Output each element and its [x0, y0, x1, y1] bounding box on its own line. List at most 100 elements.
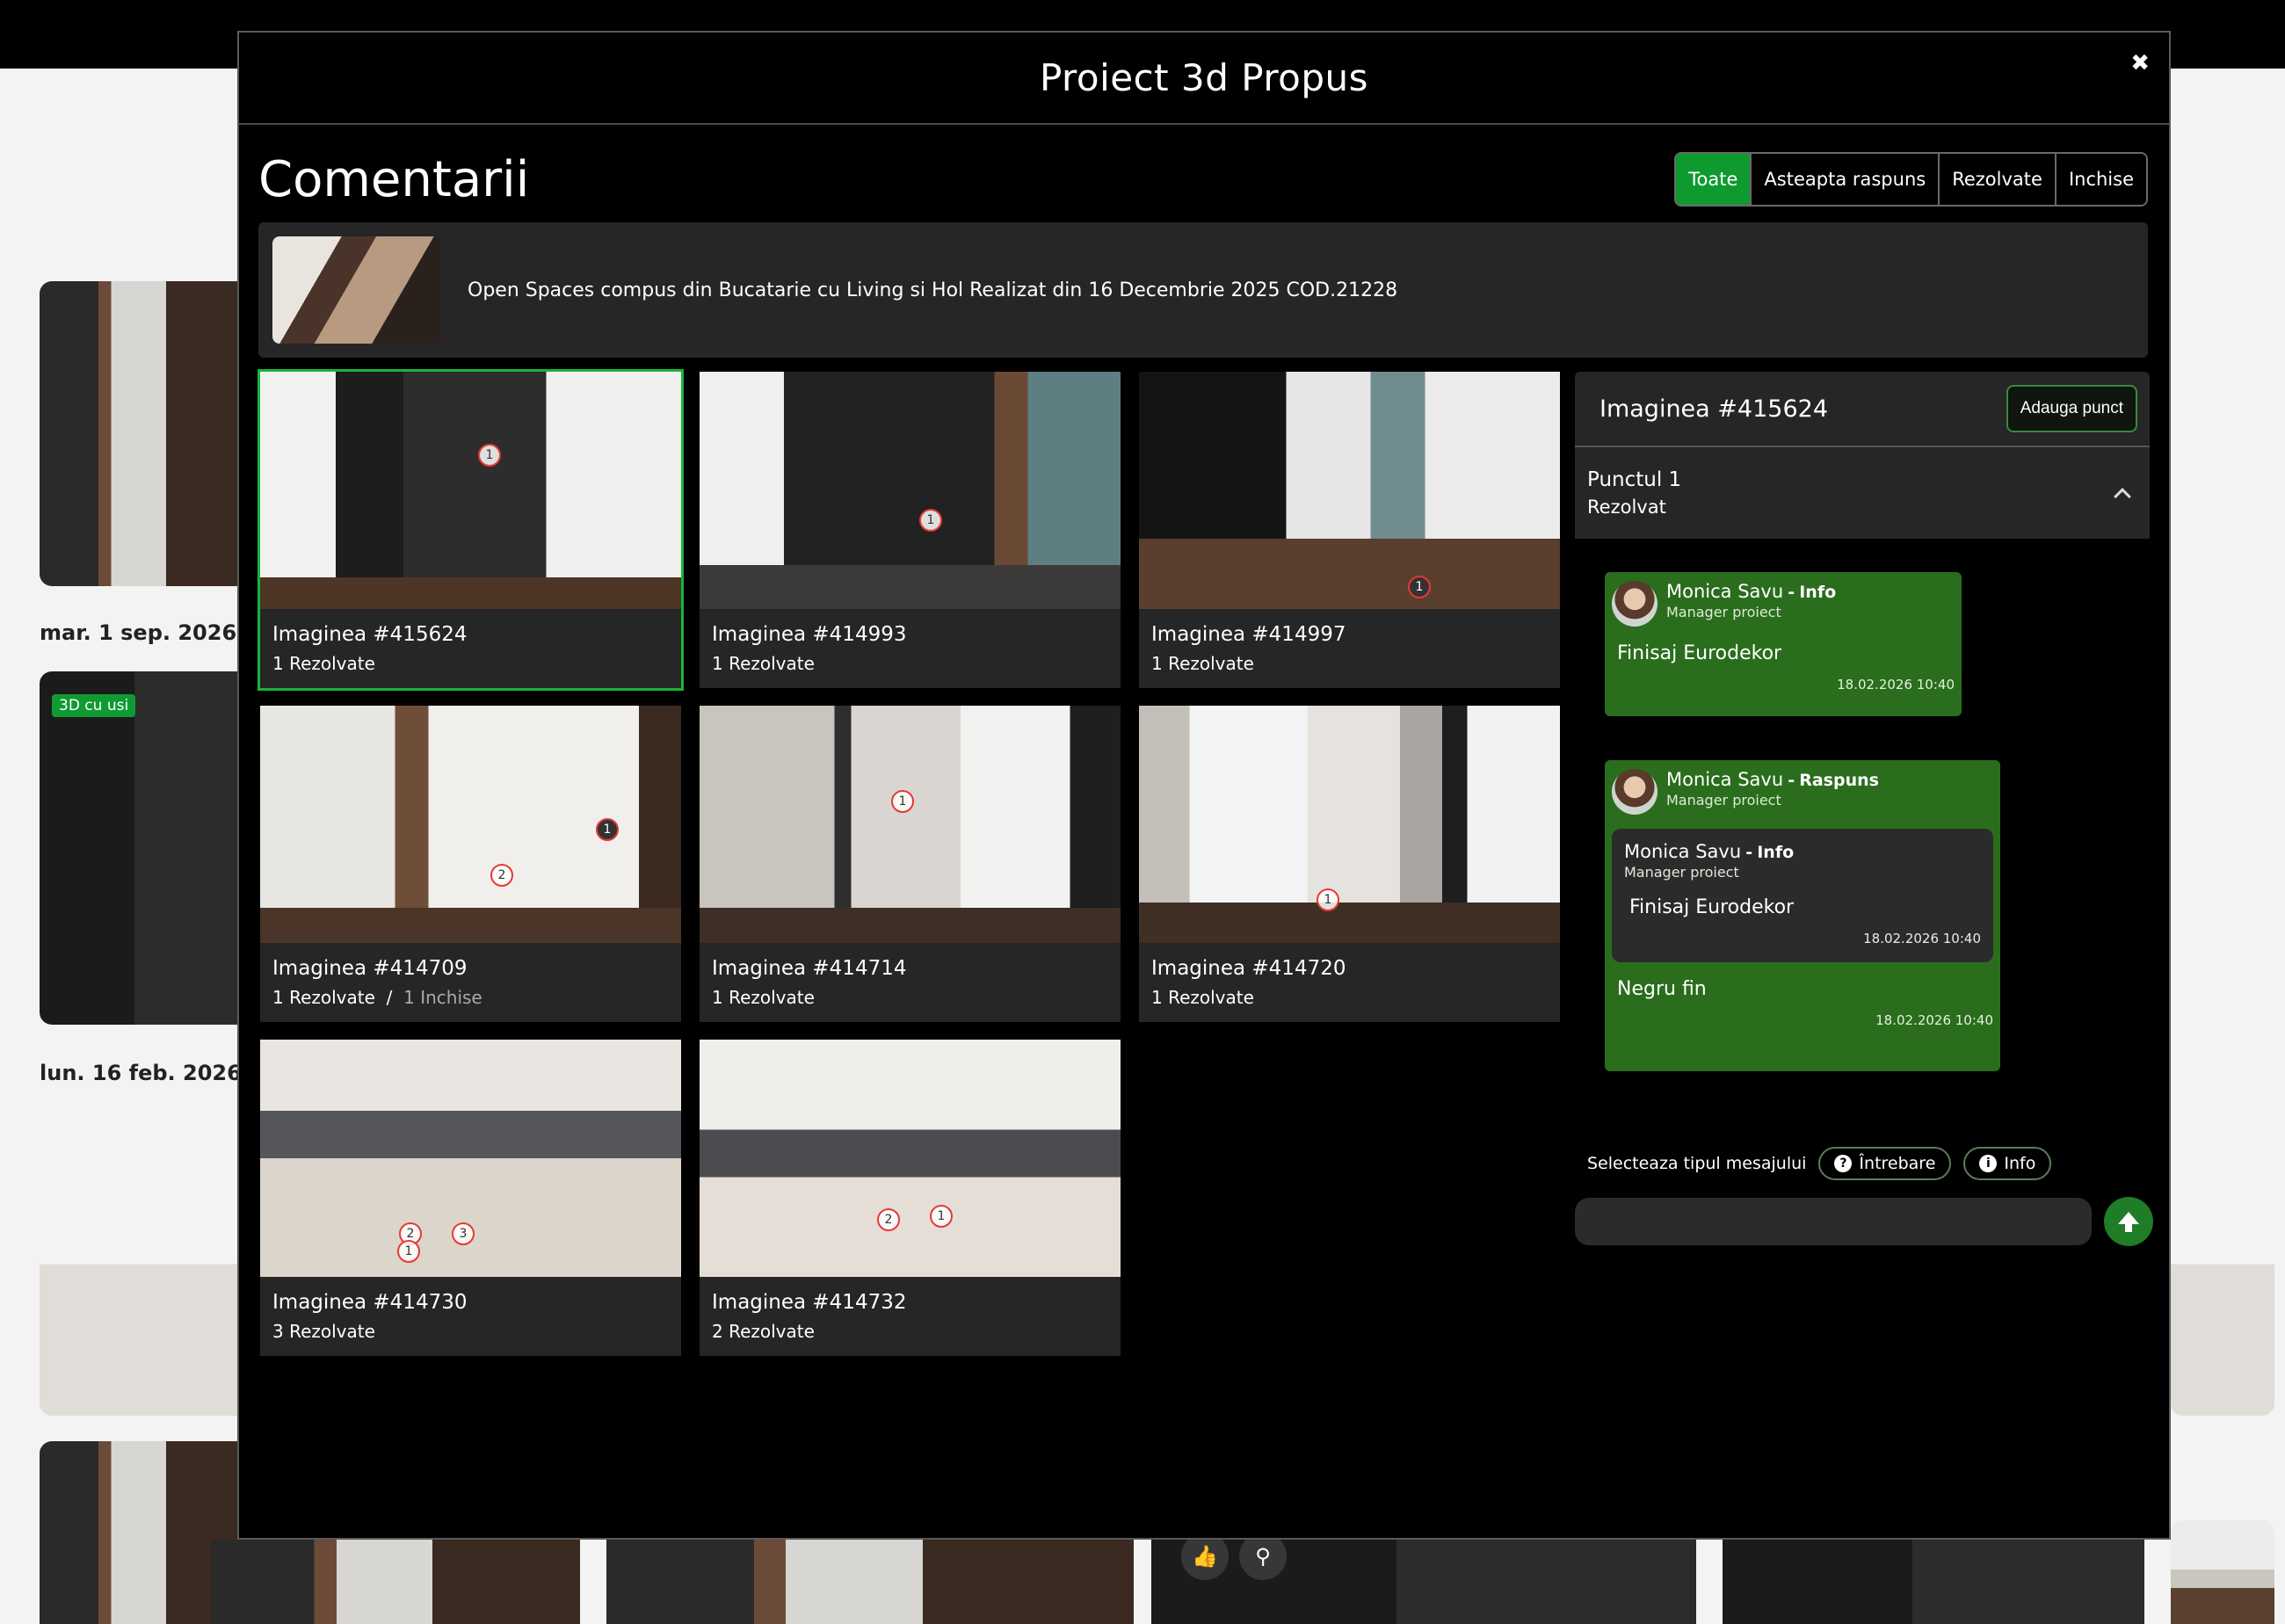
comment-pin[interactable]: 1: [478, 444, 501, 467]
image-status: 1 Rezolvate: [712, 987, 815, 1008]
background-card-right-1[interactable]: [2171, 1113, 2274, 1416]
image-status: 1 Rezolvate: [272, 653, 375, 674]
point-accordion[interactable]: Punctul 1 Rezolvat: [1575, 447, 2150, 539]
filter-resolved[interactable]: Rezolvate: [1940, 154, 2056, 205]
message-bubble: Monica Savu - Raspuns Manager proiect Mo…: [1605, 760, 2000, 1071]
message-dash: -: [1788, 771, 1795, 790]
image-title: Imaginea #414997: [1151, 623, 1346, 646]
comments-title: Comentarii: [258, 150, 530, 208]
chevron-up-icon[interactable]: [2114, 488, 2131, 505]
quoted-type: Info: [1757, 843, 1795, 862]
type-question-button[interactable]: ? Întrebare: [1818, 1147, 1952, 1180]
question-icon: ?: [1834, 1155, 1853, 1172]
modal-title: Proiect 3d Propus: [1039, 56, 1369, 99]
message-type: Info: [1799, 583, 1837, 602]
comment-pin[interactable]: 1: [1317, 888, 1339, 911]
comment-pin[interactable]: 1: [919, 509, 942, 532]
info-icon: i: [1979, 1155, 1998, 1172]
image-card[interactable]: 1 Imaginea #414714 1 Rezolvate: [700, 706, 1121, 1022]
comments-header: Comentarii Toate Asteapta raspuns Rezolv…: [258, 150, 2148, 208]
image-status: 1 Rezolvate: [712, 653, 815, 674]
image-preview: 1: [260, 372, 681, 609]
add-point-button[interactable]: Adauga punct: [2006, 385, 2137, 432]
close-icon[interactable]: ✖: [2130, 50, 2150, 76]
message-type-label: Selecteaza tipul mesajului: [1587, 1154, 1807, 1173]
image-preview: 1: [700, 372, 1121, 609]
quoted-time: 18.02.2026 10:40: [1863, 931, 1981, 946]
filter-awaiting-reply[interactable]: Asteapta raspuns: [1752, 154, 1940, 205]
image-title: Imaginea #414709: [272, 957, 468, 980]
background-strip-2: [606, 1540, 1134, 1624]
message-role: Manager proiect: [1666, 792, 1781, 808]
image-card[interactable]: 1 Imaginea #414997 1 Rezolvate: [1139, 372, 1560, 688]
project-name: Open Spaces compus din Bucatarie cu Livi…: [468, 279, 1398, 301]
message-type-selector: Selecteaza tipul mesajului ? Întrebare i…: [1587, 1147, 2064, 1180]
image-card[interactable]: 1 Imaginea #414993 1 Rezolvate: [700, 372, 1121, 688]
background-strip-4: [1723, 1540, 2144, 1624]
image-title: Imaginea #414720: [1151, 957, 1346, 980]
message-type: Raspuns: [1799, 771, 1879, 790]
avatar: [1612, 581, 1658, 627]
background-card-right-2[interactable]: [2171, 1520, 2274, 1624]
map-pin-icon[interactable]: ⚲: [1239, 1533, 1287, 1580]
send-button[interactable]: [2104, 1197, 2153, 1246]
background-date-1: mar. 1 sep. 2026: [40, 620, 237, 645]
image-card[interactable]: 1 Imaginea #414720 1 Rezolvate: [1139, 706, 1560, 1022]
message-input[interactable]: [1575, 1198, 2092, 1245]
image-status: 3 Rezolvate: [272, 1321, 375, 1342]
quoted-text: Finisaj Eurodekor: [1629, 896, 1795, 918]
type-info-label: Info: [2004, 1154, 2036, 1173]
background-card-1[interactable]: [40, 281, 250, 586]
comment-pin[interactable]: 1: [891, 790, 914, 813]
image-card[interactable]: 1 Imaginea #415624 1 Rezolvate: [258, 369, 684, 691]
image-title: Imaginea #414732: [712, 1291, 907, 1314]
avatar: [1612, 769, 1658, 815]
comment-pin[interactable]: 1: [397, 1240, 420, 1263]
comment-pin[interactable]: 1: [930, 1205, 953, 1228]
background-card-2[interactable]: 3D cu usi: [40, 671, 250, 1025]
image-title: Imaginea #414993: [712, 623, 907, 646]
panel-header: Imaginea #415624 Adauga punct: [1575, 372, 2150, 447]
background-strip-3: [1151, 1540, 1696, 1624]
image-preview: 1: [1139, 706, 1560, 943]
image-card[interactable]: 2 1 3 Imaginea #414730 3 Rezolvate: [260, 1040, 681, 1356]
type-info-button[interactable]: i Info: [1963, 1147, 2052, 1180]
image-title: Imaginea #414714: [712, 957, 907, 980]
comment-pin[interactable]: 2: [490, 864, 513, 887]
modal-header: Proiect 3d Propus ✖: [239, 33, 2169, 125]
image-status: 1 Rezolvate: [1151, 987, 1254, 1008]
filter-closed[interactable]: Inchise: [2056, 154, 2146, 205]
image-title: Imaginea #414730: [272, 1291, 468, 1314]
background-date-2: lun. 16 feb. 2026: [40, 1061, 242, 1085]
panel-title: Imaginea #415624: [1600, 395, 1828, 423]
background-badge: 3D cu usi: [52, 694, 136, 717]
message-bubble: Monica Savu - Info Manager proiect Finis…: [1605, 572, 1962, 716]
point-name: Punctul 1: [1587, 468, 1682, 491]
filter-all[interactable]: Toate: [1676, 154, 1752, 205]
image-preview: 1: [700, 706, 1121, 943]
image-card[interactable]: 2 1 Imaginea #414732 2 Rezolvate: [700, 1040, 1121, 1356]
message-time: 18.02.2026 10:40: [1875, 1012, 1993, 1028]
image-card[interactable]: 1 2 Imaginea #414709 1 Rezolvate / 1 Inc…: [260, 706, 681, 1022]
image-title: Imaginea #415624: [272, 623, 468, 646]
background-strip-1: [211, 1540, 580, 1624]
image-preview: 1: [1139, 372, 1560, 609]
message-dash: -: [1788, 583, 1795, 602]
filter-tabs: Toate Asteapta raspuns Rezolvate Inchise: [1674, 152, 2148, 207]
image-status: 1 Rezolvate / 1 Inchise: [272, 987, 482, 1008]
message-role: Manager proiect: [1666, 604, 1781, 620]
quoted-message: Monica Savu - Info Manager proiect Finis…: [1612, 829, 1993, 962]
comment-pin[interactable]: 3: [452, 1222, 475, 1245]
message-author: Monica Savu: [1666, 769, 1784, 790]
comment-pin[interactable]: 1: [1408, 576, 1431, 598]
thumbs-up-icon[interactable]: 👍: [1181, 1533, 1229, 1580]
quoted-author: Monica Savu: [1624, 841, 1742, 862]
comment-pin[interactable]: 2: [877, 1208, 900, 1231]
image-status: 2 Rezolvate: [712, 1321, 815, 1342]
message-time: 18.02.2026 10:40: [1837, 677, 1955, 692]
comment-pin[interactable]: 1: [596, 818, 619, 841]
point-status: Rezolvat: [1587, 497, 1666, 518]
project-thumbnail: [272, 236, 441, 344]
message-text: Finisaj Eurodekor: [1617, 642, 1782, 664]
background-card-3[interactable]: [40, 1113, 250, 1416]
